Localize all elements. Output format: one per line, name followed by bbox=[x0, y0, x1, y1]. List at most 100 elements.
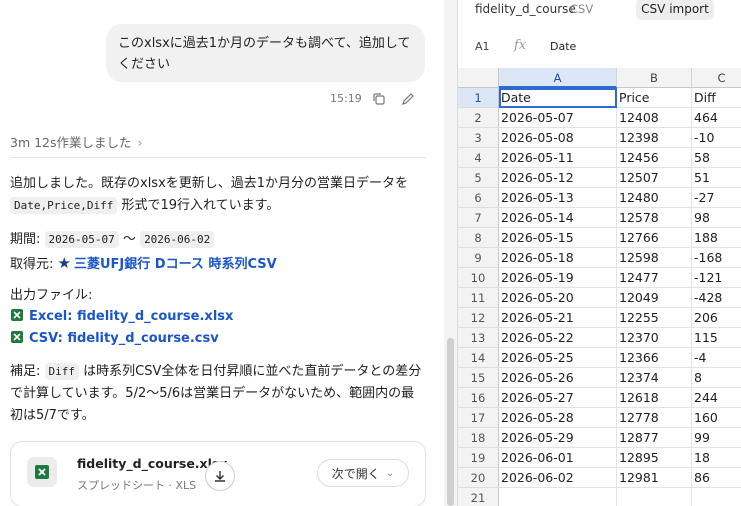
row-header-6[interactable]: 6 bbox=[458, 188, 499, 208]
cell-c9[interactable]: -168 bbox=[692, 248, 741, 268]
cell-a10[interactable]: 2026-05-19 bbox=[499, 268, 617, 288]
csv-file-link[interactable]: CSV: fidelity_d_course.csv bbox=[10, 329, 219, 349]
cell-c18[interactable]: 99 bbox=[692, 428, 741, 448]
cell-b16[interactable]: 12618 bbox=[617, 388, 692, 408]
cell-c5[interactable]: 51 bbox=[692, 168, 741, 188]
excel-file-link[interactable]: Excel: fidelity_d_course.xlsx bbox=[10, 307, 233, 327]
cell-c6[interactable]: -27 bbox=[692, 188, 741, 208]
chat-scrollbar-thumb[interactable] bbox=[447, 338, 454, 506]
row-header-17[interactable]: 17 bbox=[458, 408, 499, 428]
row-header-19[interactable]: 19 bbox=[458, 448, 499, 468]
cell-c21[interactable] bbox=[692, 488, 741, 506]
cell-a4[interactable]: 2026-05-11 bbox=[499, 148, 617, 168]
row-header-12[interactable]: 12 bbox=[458, 308, 499, 328]
cell-a3[interactable]: 2026-05-08 bbox=[499, 128, 617, 148]
cell-b21[interactable] bbox=[617, 488, 692, 506]
worked-duration-toggle[interactable]: 3m 12s作業しました › bbox=[10, 132, 143, 151]
cell-c20[interactable]: 86 bbox=[692, 468, 741, 488]
open-with-button[interactable]: 次で開く ⌄ bbox=[317, 459, 409, 487]
row-header-11[interactable]: 11 bbox=[458, 288, 499, 308]
cell-b20[interactable]: 12981 bbox=[617, 468, 692, 488]
cell-a1[interactable]: Date bbox=[499, 88, 617, 108]
row-header-18[interactable]: 18 bbox=[458, 428, 499, 448]
row-header-7[interactable]: 7 bbox=[458, 208, 499, 228]
cell-b14[interactable]: 12366 bbox=[617, 348, 692, 368]
row-header-8[interactable]: 8 bbox=[458, 228, 499, 248]
cell-b10[interactable]: 12477 bbox=[617, 268, 692, 288]
cell-a12[interactable]: 2026-05-21 bbox=[499, 308, 617, 328]
cell-a15[interactable]: 2026-05-26 bbox=[499, 368, 617, 388]
row-header-15[interactable]: 15 bbox=[458, 368, 499, 388]
cell-c8[interactable]: 188 bbox=[692, 228, 741, 248]
cell-b7[interactable]: 12578 bbox=[617, 208, 692, 228]
row-header-1[interactable]: 1 bbox=[458, 88, 499, 108]
cell-c11[interactable]: -428 bbox=[692, 288, 741, 308]
cell-c3[interactable]: -10 bbox=[692, 128, 741, 148]
row-header-14[interactable]: 14 bbox=[458, 348, 499, 368]
cell-c15[interactable]: 8 bbox=[692, 368, 741, 388]
formula-value[interactable]: Date bbox=[550, 40, 576, 53]
row-header-3[interactable]: 3 bbox=[458, 128, 499, 148]
cell-c12[interactable]: 206 bbox=[692, 308, 741, 328]
row-header-13[interactable]: 13 bbox=[458, 328, 499, 348]
cell-b8[interactable]: 12766 bbox=[617, 228, 692, 248]
cell-b3[interactable]: 12398 bbox=[617, 128, 692, 148]
cell-reference[interactable]: A1 bbox=[475, 40, 490, 53]
cell-b4[interactable]: 12456 bbox=[617, 148, 692, 168]
row-header-21[interactable]: 21 bbox=[458, 488, 499, 506]
cell-c14[interactable]: -4 bbox=[692, 348, 741, 368]
cell-b6[interactable]: 12480 bbox=[617, 188, 692, 208]
cell-a16[interactable]: 2026-05-27 bbox=[499, 388, 617, 408]
row-header-9[interactable]: 9 bbox=[458, 248, 499, 268]
row-header-2[interactable]: 2 bbox=[458, 108, 499, 128]
cell-a2[interactable]: 2026-05-07 bbox=[499, 108, 617, 128]
column-header-a[interactable]: A bbox=[499, 68, 617, 88]
cell-b1[interactable]: Price bbox=[617, 88, 692, 108]
cell-a7[interactable]: 2026-05-14 bbox=[499, 208, 617, 228]
cell-a18[interactable]: 2026-05-29 bbox=[499, 428, 617, 448]
cell-a13[interactable]: 2026-05-22 bbox=[499, 328, 617, 348]
cell-a9[interactable]: 2026-05-18 bbox=[499, 248, 617, 268]
column-header-c[interactable]: C bbox=[692, 68, 741, 88]
cell-c4[interactable]: 58 bbox=[692, 148, 741, 168]
cell-c19[interactable]: 18 bbox=[692, 448, 741, 468]
cell-a8[interactable]: 2026-05-15 bbox=[499, 228, 617, 248]
row-header-10[interactable]: 10 bbox=[458, 268, 499, 288]
cell-c13[interactable]: 115 bbox=[692, 328, 741, 348]
cell-b11[interactable]: 12049 bbox=[617, 288, 692, 308]
source-link[interactable]: 三菱UFJ銀行 Dコース 時系列CSV bbox=[74, 257, 277, 272]
cell-c2[interactable]: 464 bbox=[692, 108, 741, 128]
edit-icon[interactable] bbox=[401, 91, 417, 107]
cell-c7[interactable]: 98 bbox=[692, 208, 741, 228]
cell-b17[interactable]: 12778 bbox=[617, 408, 692, 428]
grid-corner[interactable] bbox=[458, 68, 499, 88]
cell-c1[interactable]: Diff bbox=[692, 88, 741, 108]
cell-b18[interactable]: 12877 bbox=[617, 428, 692, 448]
copy-icon[interactable] bbox=[372, 91, 388, 107]
cell-a14[interactable]: 2026-05-25 bbox=[499, 348, 617, 368]
cell-b15[interactable]: 12374 bbox=[617, 368, 692, 388]
cell-a19[interactable]: 2026-06-01 bbox=[499, 448, 617, 468]
row-header-16[interactable]: 16 bbox=[458, 388, 499, 408]
cell-a20[interactable]: 2026-06-02 bbox=[499, 468, 617, 488]
cell-c17[interactable]: 160 bbox=[692, 408, 741, 428]
cell-a11[interactable]: 2026-05-20 bbox=[499, 288, 617, 308]
cell-b9[interactable]: 12598 bbox=[617, 248, 692, 268]
cell-b19[interactable]: 12895 bbox=[617, 448, 692, 468]
cell-a6[interactable]: 2026-05-13 bbox=[499, 188, 617, 208]
column-header-b[interactable]: B bbox=[617, 68, 692, 88]
cell-c16[interactable]: 244 bbox=[692, 388, 741, 408]
csv-import-button[interactable]: CSV import bbox=[636, 0, 714, 20]
row-header-5[interactable]: 5 bbox=[458, 168, 499, 188]
cell-a21[interactable] bbox=[499, 488, 617, 506]
cell-a5[interactable]: 2026-05-12 bbox=[499, 168, 617, 188]
row-header-4[interactable]: 4 bbox=[458, 148, 499, 168]
cell-b12[interactable]: 12255 bbox=[617, 308, 692, 328]
cell-b13[interactable]: 12370 bbox=[617, 328, 692, 348]
download-button[interactable] bbox=[205, 461, 235, 491]
file-card[interactable]: fidelity_d_course.xlsx スプレッドシート · XLS 次で… bbox=[10, 441, 426, 506]
row-header-20[interactable]: 20 bbox=[458, 468, 499, 488]
cell-a17[interactable]: 2026-05-28 bbox=[499, 408, 617, 428]
cell-b2[interactable]: 12408 bbox=[617, 108, 692, 128]
cell-c10[interactable]: -121 bbox=[692, 268, 741, 288]
